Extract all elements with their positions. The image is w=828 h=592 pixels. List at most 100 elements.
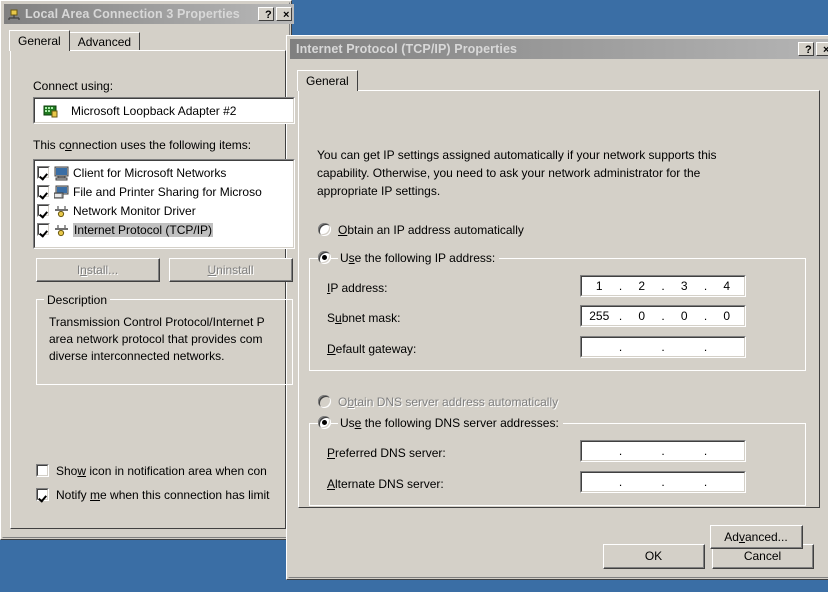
default-gateway-label: Default gateway:	[327, 342, 417, 356]
item-label: Internet Protocol (TCP/IP)	[73, 222, 214, 237]
show-icon-checkbox-label: Show icon in notification area when con	[56, 464, 267, 478]
default-gateway-input[interactable]: . . .	[580, 336, 746, 358]
adapter-name: Microsoft Loopback Adapter #2	[71, 104, 237, 118]
description-line: Transmission Control Protocol/Internet P	[49, 315, 265, 329]
intro-line: capability. Otherwise, you need to ask y…	[317, 166, 701, 180]
help-button[interactable]: ?	[798, 42, 814, 56]
show-icon-checkbox[interactable]	[36, 464, 49, 477]
ip-dot: .	[703, 444, 708, 458]
items-label: This connection uses the following items…	[33, 138, 252, 152]
subnet-octet-4[interactable]: 0	[709, 309, 746, 323]
description-line: diverse interconnected networks.	[49, 349, 225, 363]
ok-button[interactable]: OK	[603, 544, 705, 569]
tab-advanced[interactable]: Advanced	[68, 32, 141, 51]
tab-general[interactable]: General	[9, 30, 70, 51]
back-dialog-title: Local Area Connection 3 Properties	[25, 7, 240, 21]
network-adapter-icon	[43, 103, 59, 119]
group-bevel	[309, 423, 806, 506]
file-sharing-icon	[53, 184, 70, 200]
item-label: Client for Microsoft Networks	[73, 165, 227, 180]
alternate-dns-input[interactable]: . . .	[580, 471, 746, 493]
connect-using-label: Connect using:	[33, 79, 114, 93]
preferred-dns-octets: . . .	[581, 444, 745, 458]
back-dialog-titlebar[interactable]: Local Area Connection 3 Properties ? ×	[4, 4, 294, 24]
item-label: Network Monitor Driver	[73, 203, 196, 218]
use-following-ip-radio[interactable]	[318, 251, 331, 264]
ip-dot: .	[618, 444, 623, 458]
install-button[interactable]: Install...	[36, 258, 160, 282]
default-gateway-octets: . . .	[581, 340, 745, 354]
ip-address-octets: 1 . 2 . 3 . 4	[581, 279, 745, 293]
back-dialog-tabpage: Connect using: Microsoft Loopback Adapte…	[10, 50, 295, 529]
ip-dot: .	[618, 340, 623, 354]
internet-protocol-tcpip-properties-dialog: Internet Protocol (TCP/IP) Properties ? …	[286, 35, 828, 580]
ip-dot: .	[661, 444, 665, 458]
use-following-dns-radio[interactable]	[318, 416, 331, 429]
use-following-dns-label: Use the following DNS server addresses:	[338, 416, 563, 430]
item-label: File and Printer Sharing for Microso	[73, 184, 262, 199]
list-item-selected[interactable]: Internet Protocol (TCP/IP)	[34, 220, 294, 239]
back-dialog-tabstrip: General Advanced	[9, 30, 141, 51]
preferred-dns-input[interactable]: . . .	[580, 440, 746, 462]
subnet-octet-1[interactable]: 255	[581, 309, 618, 323]
use-following-dns-group	[309, 423, 806, 506]
subnet-mask-label: Subnet mask:	[327, 311, 401, 325]
ip-address-input[interactable]: 1 . 2 . 3 . 4	[580, 275, 746, 297]
list-item[interactable]: Client for Microsoft Networks	[34, 163, 294, 182]
subnet-octet-3[interactable]: 0	[666, 309, 703, 323]
protocol-icon	[54, 203, 70, 219]
obtain-dns-automatically-label: Obtain DNS server address automatically	[338, 395, 559, 409]
ok-button-label: OK	[604, 545, 704, 568]
description-group: Description Transmission Control Protoco…	[36, 293, 293, 385]
item-checkbox[interactable]	[37, 166, 50, 179]
close-button[interactable]: ×	[816, 42, 828, 56]
subnet-mask-octets: 255 . 0 . 0 . 0	[581, 309, 745, 323]
front-dialog-tabpage: You can get IP settings assigned automat…	[298, 90, 820, 549]
advanced-button-label: Advanced...	[711, 526, 802, 548]
obtain-dns-automatically-radio[interactable]	[318, 395, 331, 408]
intro-line: appropriate IP settings.	[317, 184, 441, 198]
use-following-ip-label: Use the following IP address:	[338, 251, 500, 265]
ip-octet-3[interactable]: 3	[666, 279, 703, 293]
help-button[interactable]: ?	[258, 7, 274, 21]
subnet-octet-2[interactable]: 0	[624, 309, 661, 323]
ip-dot: .	[661, 340, 665, 354]
ip-dot: .	[618, 475, 623, 489]
notify-checkbox-label: Notify me when this connection has limit	[56, 488, 270, 502]
intro-line: You can get IP settings assigned automat…	[317, 148, 717, 162]
list-item[interactable]: Network Monitor Driver	[34, 201, 294, 220]
network-connection-icon	[6, 6, 22, 22]
item-checkbox[interactable]	[37, 204, 50, 217]
ip-dot: .	[661, 475, 665, 489]
protocol-icon	[54, 222, 70, 238]
local-area-connection-properties-dialog: Local Area Connection 3 Properties ? × G…	[0, 0, 351, 540]
install-button-label: Install...	[37, 259, 159, 281]
advanced-button[interactable]: Advanced...	[710, 525, 803, 549]
description-group-title: Description	[44, 293, 111, 307]
client-service-icon	[54, 165, 70, 181]
uninstall-button-label: Uninstall	[170, 259, 292, 281]
close-button[interactable]: ×	[276, 7, 292, 21]
front-dialog-title: Internet Protocol (TCP/IP) Properties	[296, 42, 518, 56]
obtain-ip-automatically-radio[interactable]	[318, 223, 331, 236]
item-checkbox[interactable]	[37, 185, 50, 198]
list-item[interactable]: File and Printer Sharing for Microso	[34, 182, 294, 201]
alternate-dns-octets: . . .	[581, 475, 745, 489]
front-dialog-tabstrip: General	[297, 70, 358, 91]
ip-octet-1[interactable]: 1	[581, 279, 618, 293]
preferred-dns-label: Preferred DNS server:	[327, 446, 446, 460]
obtain-ip-automatically-label: Obtain an IP address automatically	[338, 223, 524, 237]
uninstall-button[interactable]: Uninstall	[169, 258, 293, 282]
notify-checkbox[interactable]	[36, 488, 49, 501]
ip-dot: .	[703, 340, 708, 354]
front-dialog-titlebar[interactable]: Internet Protocol (TCP/IP) Properties ? …	[290, 39, 828, 59]
ip-address-label: IP address:	[327, 281, 388, 295]
network-items-list[interactable]: Client for Microsoft Networks File and P…	[33, 159, 295, 249]
ip-dot: .	[703, 475, 708, 489]
subnet-mask-input[interactable]: 255 . 0 . 0 . 0	[580, 305, 746, 327]
ip-octet-2[interactable]: 2	[624, 279, 661, 293]
item-checkbox[interactable]	[37, 223, 50, 236]
adapter-field[interactable]: Microsoft Loopback Adapter #2	[33, 97, 295, 124]
tab-general[interactable]: General	[297, 70, 358, 91]
ip-octet-4[interactable]: 4	[709, 279, 746, 293]
